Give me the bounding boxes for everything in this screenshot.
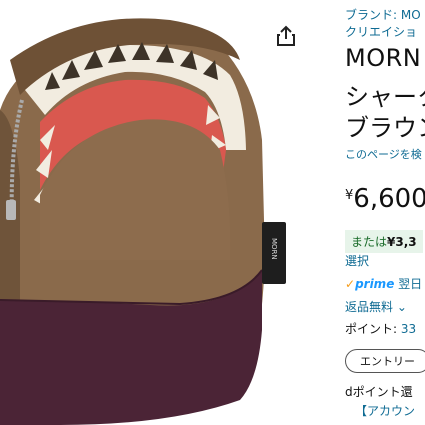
entry-button[interactable]: エントリー — [345, 349, 425, 373]
product-title-line1: MORN — [345, 44, 422, 72]
prime-logo: prime — [355, 277, 395, 291]
price-currency: ¥ — [345, 188, 354, 203]
search-page-link[interactable]: このページを検 — [345, 146, 422, 162]
brand-link[interactable]: ブランド: MO — [345, 8, 421, 23]
chevron-down-icon: ⌄ — [396, 300, 407, 314]
account-link[interactable]: 【アカウン — [355, 402, 415, 419]
deal-prefix: または — [351, 235, 388, 249]
product-info-panel: ブランド: MO クリエイショ MORN シャーク ブラウン このページを検 ¥… — [345, 0, 425, 425]
share-icon — [277, 25, 295, 46]
prime-delivery[interactable]: ✓prime 翌日 — [345, 275, 422, 292]
shark-pouch-illustration: MORN — [0, 18, 286, 425]
product-title-line3: ブラウン — [345, 114, 425, 142]
share-button[interactable] — [270, 22, 302, 50]
price-amount: 6,600 — [353, 184, 425, 214]
deal-badge[interactable]: または¥3,3 — [345, 230, 423, 253]
free-returns-link[interactable]: 返品無料 ⌄ — [345, 298, 407, 315]
prime-delivery-text: 翌日 — [398, 277, 423, 291]
product-image[interactable]: MORN — [0, 0, 313, 425]
prime-check-icon: ✓ — [345, 277, 356, 291]
brand-link-cont[interactable]: クリエイショ — [345, 25, 417, 40]
points-info: ポイント: 33 — [345, 320, 416, 337]
product-title-line2: シャーク — [345, 83, 425, 111]
free-returns-label: 返品無料 — [345, 300, 394, 314]
points-label: ポイント: — [345, 322, 398, 336]
deal-amount: ¥3,3 — [387, 235, 417, 249]
points-value: 33 — [400, 322, 417, 336]
svg-text:MORN: MORN — [270, 238, 278, 260]
dpoint-text: dポイント還 — [345, 385, 413, 399]
select-option[interactable]: 選択 — [345, 252, 369, 269]
price: ¥6,600 — [345, 184, 425, 214]
